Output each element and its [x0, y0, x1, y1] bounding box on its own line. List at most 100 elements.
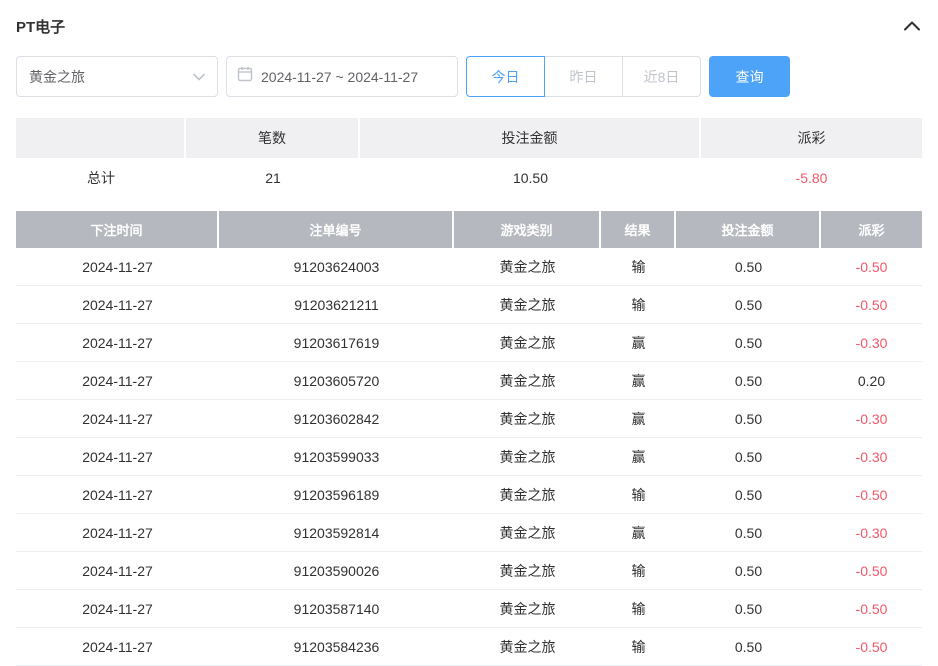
table-row: 2024-11-27 91203596189 黄金之旅输 0.50 -0.50 — [16, 476, 922, 514]
bet-amount-cell: 0.50 — [676, 248, 821, 285]
result-cell: 赢 — [601, 438, 676, 475]
chevron-down-icon — [193, 68, 205, 86]
bet-time-cell: 2024-11-27 — [16, 362, 219, 399]
summary-header-row: 笔数 投注金额 派彩 — [16, 118, 922, 158]
game-type-cell: 黄金之旅 — [454, 628, 601, 665]
bet-time-cell: 2024-11-27 — [16, 514, 219, 551]
table-row: 2024-11-27 91203617619 黄金之旅赢 0.50 -0.30 — [16, 324, 922, 362]
game-type-cell: 黄金之旅 — [454, 514, 601, 551]
bet-time-cell: 2024-11-27 — [16, 628, 219, 665]
order-id-cell: 91203592814 — [219, 514, 454, 551]
game-type-cell: 黄金之旅 — [454, 362, 601, 399]
result-cell: 输 — [601, 286, 676, 323]
game-type-cell: 黄金之旅 — [454, 476, 601, 513]
table-row: 2024-11-27 91203621211 黄金之旅输 0.50 -0.50 — [16, 286, 922, 324]
chevron-up-icon — [904, 19, 920, 34]
result-cell: 赢 — [601, 514, 676, 551]
game-type-cell: 黄金之旅 — [454, 552, 601, 589]
order-id-cell: 91203584236 — [219, 628, 454, 665]
payout-cell: -0.30 — [821, 514, 922, 551]
pt-games-panel: PT电子 黄金之旅 2024-11-27 ~ 2024-11-27 今日 昨日 … — [0, 0, 938, 666]
header-result: 结果 — [601, 211, 676, 248]
filter-bar: 黄金之旅 2024-11-27 ~ 2024-11-27 今日 昨日 近8日 查… — [16, 56, 922, 97]
bet-amount-cell: 0.50 — [676, 324, 821, 361]
panel-header: PT电子 — [16, 12, 922, 40]
bet-time-cell: 2024-11-27 — [16, 476, 219, 513]
game-type-cell: 黄金之旅 — [454, 400, 601, 437]
table-row: 2024-11-27 91203624003 黄金之旅输 0.50 -0.50 — [16, 248, 922, 286]
table-row: 2024-11-27 91203587140 黄金之旅输 0.50 -0.50 — [16, 590, 922, 628]
result-cell: 输 — [601, 248, 676, 285]
calendar-icon — [237, 66, 253, 87]
header-order-id: 注单编号 — [219, 211, 454, 248]
summary-bet-amount-value: 10.50 — [360, 158, 701, 198]
payout-cell: -0.30 — [821, 438, 922, 475]
search-button[interactable]: 查询 — [709, 56, 790, 97]
result-cell: 赢 — [601, 324, 676, 361]
order-id-cell: 91203590026 — [219, 552, 454, 589]
game-select-value: 黄金之旅 — [29, 68, 85, 85]
payout-cell: -0.50 — [821, 286, 922, 323]
today-button[interactable]: 今日 — [466, 56, 545, 97]
table-row: 2024-11-27 91203584236 黄金之旅输 0.50 -0.50 — [16, 628, 922, 666]
table-row: 2024-11-27 91203605720 黄金之旅赢 0.50 0.20 — [16, 362, 922, 400]
bet-table-body: 2024-11-27 91203624003 黄金之旅输 0.50 -0.50 2024-… — [16, 248, 922, 666]
collapse-panel-button[interactable] — [902, 19, 922, 33]
bet-amount-cell: 0.50 — [676, 286, 821, 323]
summary-total-row: 总计 21 10.50 -5.80 — [16, 158, 922, 198]
summary-table: 笔数 投注金额 派彩 总计 21 10.50 -5.80 — [16, 118, 922, 198]
page-title: PT电子 — [16, 18, 66, 36]
order-id-cell: 91203596189 — [219, 476, 454, 513]
payout-cell: -0.50 — [821, 248, 922, 285]
order-id-cell: 91203617619 — [219, 324, 454, 361]
bet-amount-cell: 0.50 — [676, 590, 821, 627]
header-bet-time: 下注时间 — [16, 211, 219, 248]
table-row: 2024-11-27 91203592814 黄金之旅赢 0.50 -0.30 — [16, 514, 922, 552]
bet-amount-cell: 0.50 — [676, 362, 821, 399]
bet-time-cell: 2024-11-27 — [16, 438, 219, 475]
payout-cell: 0.20 — [821, 362, 922, 399]
payout-cell: -0.30 — [821, 400, 922, 437]
yesterday-button[interactable]: 昨日 — [544, 56, 623, 97]
payout-cell: -0.50 — [821, 552, 922, 589]
summary-total-label: 总计 — [16, 158, 186, 198]
date-range-value: 2024-11-27 ~ 2024-11-27 — [261, 68, 419, 85]
payout-cell: -0.50 — [821, 590, 922, 627]
bet-time-cell: 2024-11-27 — [16, 324, 219, 361]
game-select[interactable]: 黄金之旅 — [16, 56, 218, 97]
bet-time-cell: 2024-11-27 — [16, 400, 219, 437]
order-id-cell: 91203621211 — [219, 286, 454, 323]
order-id-cell: 91203602842 — [219, 400, 454, 437]
date-range-input[interactable]: 2024-11-27 ~ 2024-11-27 — [226, 56, 458, 97]
bet-time-cell: 2024-11-27 — [16, 286, 219, 323]
result-cell: 输 — [601, 590, 676, 627]
bet-amount-cell: 0.50 — [676, 438, 821, 475]
result-cell: 输 — [601, 476, 676, 513]
game-type-cell: 黄金之旅 — [454, 590, 601, 627]
bet-amount-cell: 0.50 — [676, 628, 821, 665]
table-row: 2024-11-27 91203590026 黄金之旅输 0.50 -0.50 — [16, 552, 922, 590]
bet-table-header: 下注时间 注单编号 游戏类别 结果 投注金额 派彩 — [16, 211, 922, 248]
last-8-days-button[interactable]: 近8日 — [622, 56, 701, 97]
game-type-cell: 黄金之旅 — [454, 286, 601, 323]
bet-amount-cell: 0.50 — [676, 400, 821, 437]
quick-range-button-group: 今日 昨日 近8日 — [466, 56, 701, 97]
bet-table: 下注时间 注单编号 游戏类别 结果 投注金额 派彩 2024-11-27 9120… — [16, 211, 922, 666]
result-cell: 输 — [601, 628, 676, 665]
summary-header-count: 笔数 — [186, 118, 360, 158]
summary-count-value: 21 — [186, 158, 360, 198]
result-cell: 赢 — [601, 362, 676, 399]
table-row: 2024-11-27 91203599033 黄金之旅赢 0.50 -0.30 — [16, 438, 922, 476]
summary-payout-value: -5.80 — [701, 158, 922, 198]
order-id-cell: 91203624003 — [219, 248, 454, 285]
header-bet-amount: 投注金额 — [676, 211, 821, 248]
order-id-cell: 91203599033 — [219, 438, 454, 475]
bet-time-cell: 2024-11-27 — [16, 590, 219, 627]
table-row: 2024-11-27 91203602842 黄金之旅赢 0.50 -0.30 — [16, 400, 922, 438]
game-type-cell: 黄金之旅 — [454, 324, 601, 361]
game-type-cell: 黄金之旅 — [454, 438, 601, 475]
payout-cell: -0.50 — [821, 476, 922, 513]
bet-amount-cell: 0.50 — [676, 514, 821, 551]
game-type-cell: 黄金之旅 — [454, 248, 601, 285]
result-cell: 赢 — [601, 400, 676, 437]
